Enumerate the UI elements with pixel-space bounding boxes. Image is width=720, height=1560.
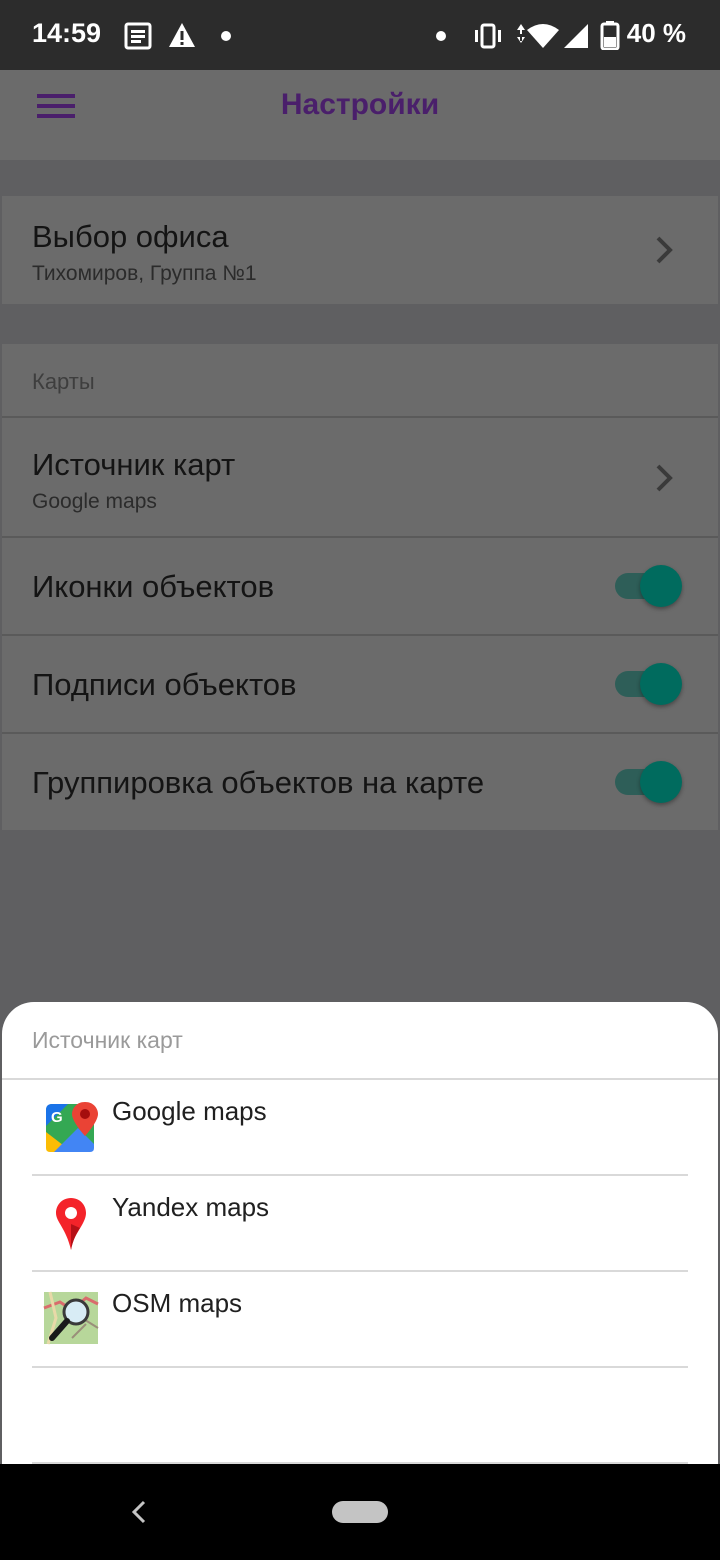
- home-pill-button[interactable]: [332, 1501, 388, 1523]
- vibrate-icon: [475, 23, 501, 49]
- battery-percentage: 40 %: [626, 18, 686, 48]
- option-google-maps-label: Google maps: [112, 1096, 267, 1126]
- maps-section-header: [2, 344, 718, 416]
- option-osm-maps-label: OSM maps: [112, 1288, 243, 1318]
- notification-dot-icon: [221, 31, 231, 41]
- option-google-maps[interactable]: [32, 1080, 688, 1175]
- maps-section-label: Карты: [32, 369, 95, 394]
- back-icon[interactable]: [126, 1496, 154, 1528]
- object-icons-toggle[interactable]: [640, 565, 682, 607]
- map-source-subtitle: Google maps: [32, 490, 157, 513]
- news-icon: [124, 22, 152, 50]
- option-osm-maps[interactable]: [32, 1272, 688, 1367]
- wifi-icon: [517, 24, 559, 48]
- object-labels-label: Подписи объектов: [32, 667, 297, 702]
- object-grouping-label: Группировка объектов на карте: [32, 765, 485, 800]
- google-maps-icon: G: [46, 1102, 98, 1152]
- option-yandex-maps[interactable]: [32, 1176, 688, 1271]
- chevron-right-icon: [656, 236, 673, 264]
- warning-icon: [169, 23, 195, 47]
- office-selection-subtitle: Тихомиров, Группа №1: [32, 262, 257, 285]
- option-yandex-maps-label: Yandex maps: [112, 1192, 270, 1222]
- svg-text:G: G: [51, 1109, 63, 1126]
- page-title: Настройки: [280, 88, 440, 121]
- office-selection-title: Выбор офиса: [32, 219, 229, 254]
- object-labels-toggle[interactable]: [640, 663, 682, 705]
- object-icons-label: Иконки объектов: [32, 569, 275, 604]
- signal-icon: [564, 24, 588, 48]
- yandex-maps-icon: [56, 1198, 86, 1250]
- osm-maps-icon: [43, 1291, 99, 1345]
- divider: [32, 1366, 688, 1368]
- sheet-title: Источник карт: [32, 1027, 183, 1053]
- object-grouping-toggle[interactable]: [640, 761, 682, 803]
- status-time: 14:59: [32, 18, 102, 48]
- notification-dot-icon: [436, 31, 446, 41]
- map-source-title: Источник карт: [32, 447, 236, 482]
- chevron-right-icon: [656, 464, 673, 492]
- battery-icon: [600, 21, 620, 50]
